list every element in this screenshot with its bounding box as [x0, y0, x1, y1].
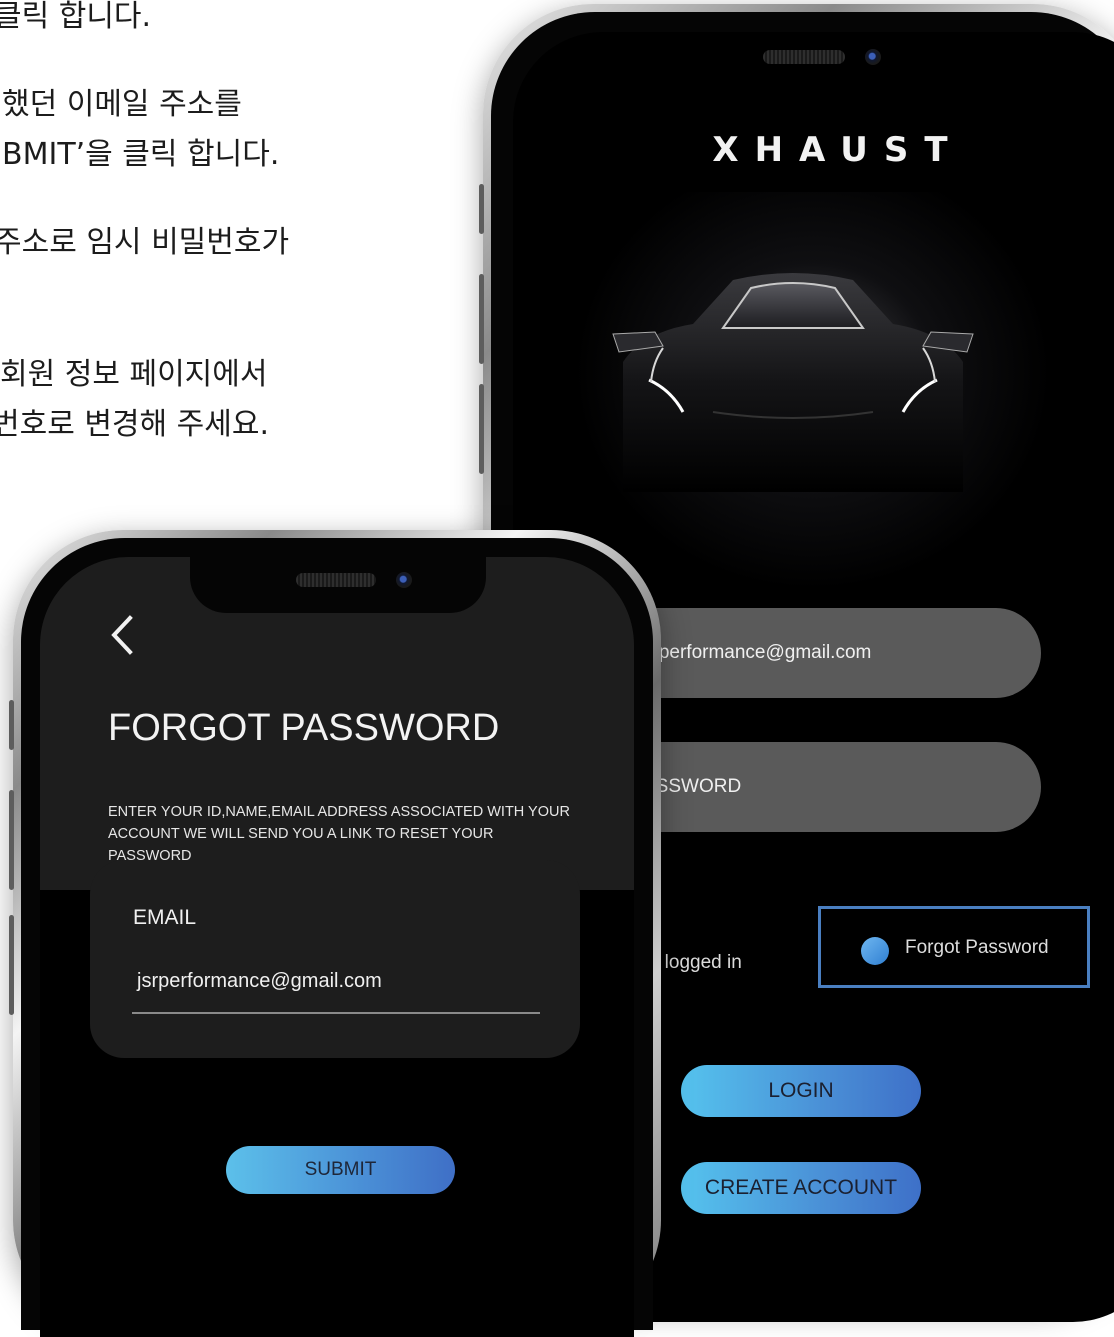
instruction-line: 주소로 임시 비밀번호가: [0, 225, 290, 260]
email-underline: [132, 1012, 540, 1014]
email-field[interactable]: jsrperformance@gmail.com: [137, 970, 382, 993]
side-button: [9, 915, 14, 1015]
forgot-password-link[interactable]: Forgot Password: [905, 937, 1049, 959]
side-button: [479, 384, 484, 474]
instruction-line: 했던 이메일 주소를: [2, 87, 242, 122]
forgot-password-screen: FORGOT PASSWORD ENTER YOUR ID,NAME,EMAIL…: [40, 557, 634, 1337]
instruction-line: 회원 정보 페이지에서: [0, 357, 268, 392]
side-button: [9, 700, 14, 750]
radio-dot-icon[interactable]: [861, 937, 889, 965]
front-camera: [865, 49, 881, 65]
front-camera: [396, 572, 412, 588]
speaker-grille: [296, 573, 376, 587]
instruction-text: 클릭 합니다. 했던 이메일 주소를 BMIT’을 클릭 합니다. 주소로 임시…: [0, 0, 480, 520]
login-button[interactable]: LOGIN: [681, 1065, 921, 1117]
instruction-line: BMIT’을 클릭 합니다.: [2, 137, 280, 172]
description-text: ENTER YOUR ID,NAME,EMAIL ADDRESS ASSOCIA…: [108, 804, 570, 864]
chevron-left-icon[interactable]: [108, 615, 138, 655]
forgot-password-highlight[interactable]: Forgot Password: [818, 906, 1090, 988]
speaker-grille: [763, 50, 845, 64]
car-image: [612, 273, 974, 492]
side-button: [479, 184, 484, 234]
forgot-password-phone: FORGOT PASSWORD ENTER YOUR ID,NAME,EMAIL…: [9, 530, 661, 1337]
side-button: [479, 274, 484, 364]
instruction-line: 클릭 합니다.: [0, 0, 152, 34]
submit-button[interactable]: SUBMIT: [226, 1146, 455, 1194]
app-logo: XHAUST: [712, 130, 964, 170]
instruction-line: 번호로 변경해 주세요.: [0, 407, 270, 442]
side-button: [9, 790, 14, 890]
page-title: FORGOT PASSWORD: [108, 707, 500, 749]
email-label: EMAIL: [133, 906, 197, 929]
create-account-button[interactable]: CREATE ACCOUNT: [681, 1162, 921, 1214]
email-card: EMAIL jsrperformance@gmail.com: [90, 860, 580, 1058]
